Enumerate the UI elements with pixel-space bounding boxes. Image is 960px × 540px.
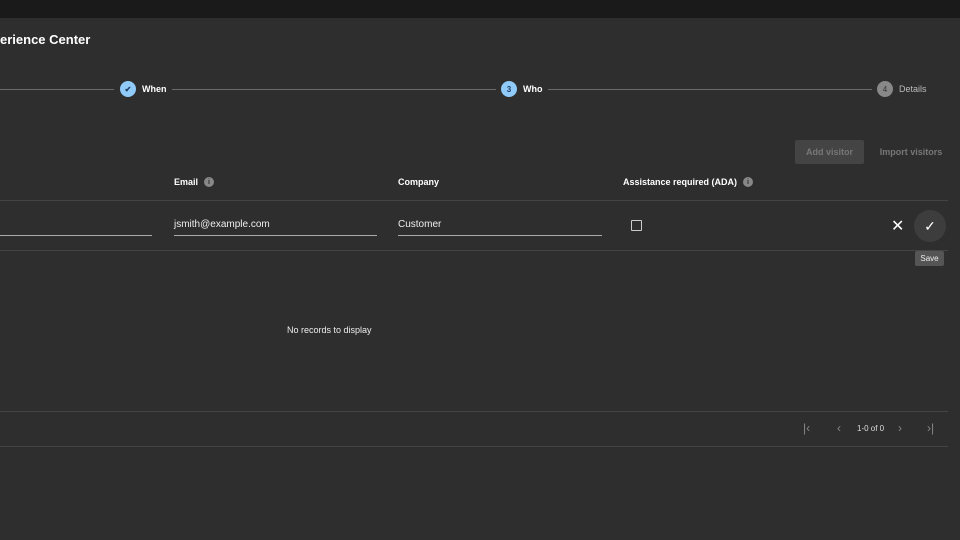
last-page-icon[interactable]: ›|	[927, 421, 934, 435]
step-label: When	[142, 84, 167, 94]
add-visitor-button[interactable]: Add visitor	[795, 140, 864, 164]
info-icon[interactable]: i	[204, 177, 215, 187]
step-label: Who	[523, 84, 543, 94]
first-page-icon[interactable]: |‹	[803, 421, 810, 435]
header-label: Assistance required (ADA)	[623, 177, 738, 187]
divider	[0, 411, 948, 412]
top-bar	[0, 0, 960, 18]
divider	[0, 446, 948, 447]
header-label: Company	[398, 177, 440, 187]
header-label: Email	[174, 177, 199, 187]
page-title: erience Center	[0, 32, 91, 47]
save-tooltip: Save	[915, 251, 944, 266]
step-when[interactable]: ✔ When	[120, 81, 167, 97]
previous-page-icon[interactable]: ‹	[837, 421, 841, 435]
name-input[interactable]	[0, 216, 152, 236]
column-header-ada: Assistance required (ADA) i	[623, 177, 754, 187]
step-number: 4	[877, 81, 893, 97]
cancel-icon[interactable]: ✕	[891, 216, 904, 236]
step-label: Details	[899, 84, 927, 94]
pagination-range: 1-0 of 0	[857, 424, 885, 433]
stepper-connector	[548, 89, 872, 90]
info-icon[interactable]: i	[743, 177, 754, 187]
stepper-connector	[172, 89, 496, 90]
empty-message: No records to display	[287, 325, 372, 335]
divider	[0, 250, 948, 251]
column-header-email: Email i	[174, 177, 215, 187]
check-circle-icon: ✔	[120, 81, 136, 97]
next-page-icon[interactable]: ›	[898, 421, 902, 435]
company-input[interactable]: Customer	[398, 216, 602, 236]
import-visitors-button[interactable]: Import visitors	[874, 140, 948, 164]
divider	[0, 200, 948, 201]
stepper-connector	[0, 89, 114, 90]
step-details[interactable]: 4 Details	[877, 81, 927, 97]
ada-checkbox[interactable]	[631, 220, 642, 231]
step-number: 3	[501, 81, 517, 97]
save-check-icon[interactable]: ✓	[914, 210, 946, 242]
step-who[interactable]: 3 Who	[501, 81, 543, 97]
column-header-company: Company	[398, 177, 439, 187]
email-input[interactable]: jsmith@example.com	[174, 216, 377, 236]
